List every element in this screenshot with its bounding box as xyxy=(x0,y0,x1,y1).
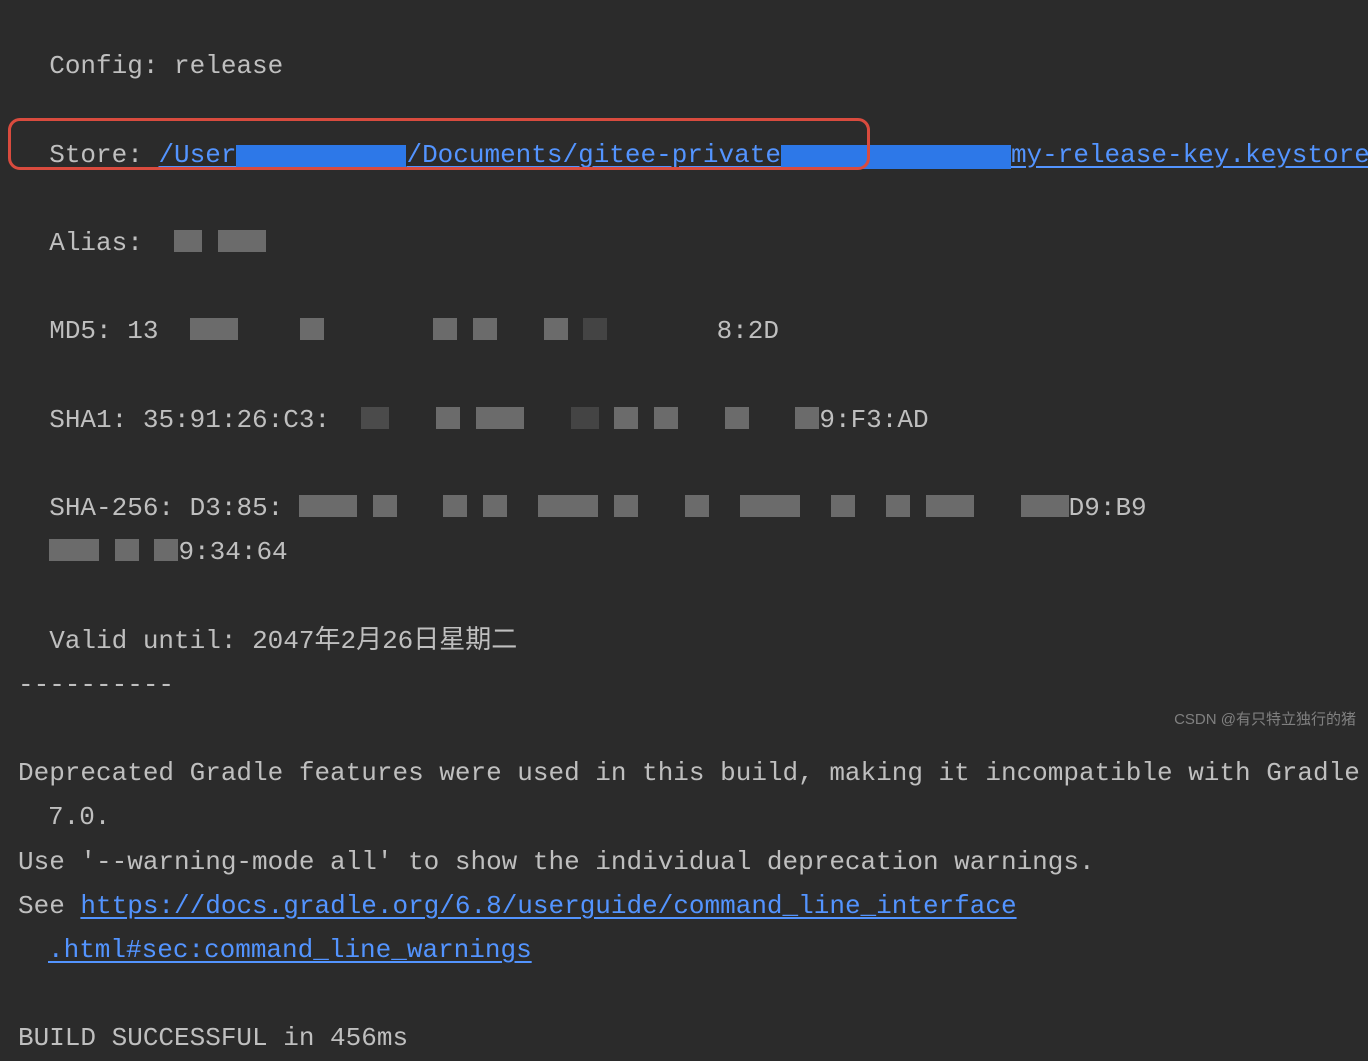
docs-link-2[interactable]: .html#sec:command_line_warnings xyxy=(48,935,532,965)
md5-end: 8:2D xyxy=(717,316,779,346)
config-label: Config: xyxy=(49,51,158,81)
store-label: Store: xyxy=(49,140,143,170)
sha1-end: 9:F3:AD xyxy=(819,405,928,435)
sha256-start: D3:85: xyxy=(190,493,284,523)
alias-line: Alias: xyxy=(18,177,1350,265)
sha256-mid: D9:B9 xyxy=(1069,493,1147,523)
sha256-line: SHA-256: D3:85: D9:B9 xyxy=(18,442,1350,530)
valid-value: 2047年2月26日星期二 xyxy=(252,626,517,656)
separator-line: ---------- xyxy=(18,663,1350,707)
watermark: CSDN @有只特立独行的猪 xyxy=(1174,707,1356,733)
warning-line: Use '--warning-mode all' to show the ind… xyxy=(18,840,1350,884)
config-line: Config: release xyxy=(18,0,1350,88)
deprecated-line2: 7.0. xyxy=(18,795,1350,839)
sha256-end: 9:34:64 xyxy=(178,537,287,567)
docs-link-line2: .html#sec:command_line_warnings xyxy=(18,928,1350,972)
deprecated-line1: Deprecated Gradle features were used in … xyxy=(18,751,1350,795)
see-line: See https://docs.gradle.org/6.8/userguid… xyxy=(18,884,1350,928)
blank-line xyxy=(18,707,1350,751)
docs-link-1[interactable]: https://docs.gradle.org/6.8/userguide/co… xyxy=(80,891,1016,921)
sha1-start: 35:91:26:C3: xyxy=(143,405,330,435)
store-line: Store: /User/Documents/gitee-privatemy-r… xyxy=(18,88,1350,176)
sha256-label: SHA-256: xyxy=(49,493,174,523)
md5-start: 13 xyxy=(127,316,158,346)
alias-label: Alias: xyxy=(49,228,143,258)
sha1-label: SHA1: xyxy=(49,405,127,435)
config-value: release xyxy=(174,51,283,81)
build-success-line: BUILD SUCCESSFUL in 456ms xyxy=(18,1016,1350,1060)
valid-line: Valid until: 2047年2月26日星期二 xyxy=(18,574,1350,662)
see-label: See xyxy=(18,891,80,921)
valid-label: Valid until: xyxy=(49,626,236,656)
store-path[interactable]: /User/Documents/gitee-privatemy-release-… xyxy=(158,140,1368,170)
md5-label: MD5: xyxy=(49,316,111,346)
sha256-line2: 9:34:64 xyxy=(18,530,1350,574)
sha1-line: SHA1: 35:91:26:C3: 9:F3:AD xyxy=(18,354,1350,442)
md5-line: MD5: 13 8:2D xyxy=(18,265,1350,353)
blank-line-2 xyxy=(18,972,1350,1016)
